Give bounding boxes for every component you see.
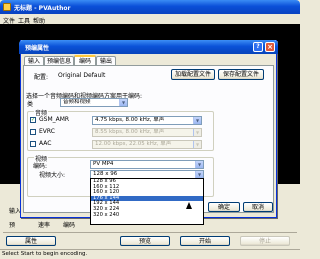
aac-checkbox[interactable] — [30, 141, 36, 147]
encoder-label: 编码: — [33, 163, 48, 170]
app-icon — [3, 3, 11, 11]
start-button[interactable]: 开始 — [180, 236, 230, 246]
evrc-bitrate-select: 8.55 kbps, 8.00 kHz, 单声 ▼ — [92, 128, 202, 137]
properties-button[interactable]: 属性 — [6, 236, 56, 246]
main-window-titlebar[interactable]: 无标题 - PVAuthor — [0, 0, 300, 14]
close-icon[interactable]: × — [265, 42, 275, 52]
dialog-titlebar[interactable]: 预编属性 ? × — [19, 40, 278, 54]
aac-label: AAC — [39, 140, 52, 147]
ok-button[interactable]: 确定 — [208, 202, 240, 212]
gsm-amr-bitrate-select[interactable]: 4.75 kbps, 8.00 kHz, 单声 ▼ — [92, 116, 202, 125]
gsm-amr-label: GSM_AMR — [39, 116, 70, 123]
chevron-down-icon: ▼ — [193, 117, 201, 124]
preview-button[interactable]: 预览 — [120, 236, 170, 246]
main-window-title: 无标题 - PVAuthor — [14, 5, 71, 12]
aac-bitrate-select: 12.00 kbps, 22.05 kHz, 单声 ▼ — [92, 140, 202, 149]
config-value: Original Default — [58, 72, 106, 79]
status-bar: Select Start to begin encoding. — [0, 249, 300, 259]
mouse-cursor-icon — [186, 202, 192, 209]
gsm-amr-checkbox[interactable]: ✓ — [30, 117, 36, 123]
load-config-button[interactable]: 加载配置文件 — [171, 69, 215, 80]
video-size-select-value: 128 x 96 — [93, 171, 118, 177]
config-label: 配置: — [34, 74, 49, 81]
chevron-down-icon: ▼ — [195, 161, 203, 168]
menubar: 文件 工具 帮助 — [0, 14, 300, 25]
type-select[interactable]: 音频和视频 ▼ — [60, 98, 128, 107]
cancel-button[interactable]: 取消 — [243, 202, 273, 212]
encoding-tab[interactable]: 编码 — [63, 220, 75, 229]
video-size-label: 视频大小: — [39, 172, 66, 179]
evrc-label: EVRC — [39, 128, 55, 135]
type-label: 类 — [27, 101, 34, 108]
chevron-down-icon: ▼ — [193, 129, 201, 136]
chevron-down-icon: ▼ — [195, 171, 203, 178]
evrc-bitrate-value: 8.55 kbps, 8.00 kHz, 单声 — [95, 129, 165, 135]
gsm-amr-bitrate-value: 4.75 kbps, 8.00 kHz, 单声 — [95, 117, 165, 123]
encoder-select-value: PV MP4 — [93, 161, 114, 167]
rate-tab[interactable]: 速率 — [38, 220, 50, 229]
list-item[interactable]: 320 x 240 — [91, 212, 203, 219]
save-config-button[interactable]: 保存配置文件 — [218, 69, 264, 80]
stop-button: 停止 — [240, 236, 290, 246]
type-select-value: 音频和视频 — [63, 99, 91, 105]
main-separator — [3, 232, 297, 233]
evrc-checkbox[interactable] — [30, 129, 36, 135]
dialog-title: 预编属性 — [25, 45, 50, 52]
chevron-down-icon: ▼ — [119, 99, 127, 106]
chevron-down-icon: ▼ — [193, 141, 201, 148]
aac-bitrate-value: 12.00 kbps, 22.05 kHz, 单声 — [95, 141, 172, 147]
preview-label: 预 — [9, 222, 16, 229]
help-icon[interactable]: ? — [253, 42, 263, 52]
encoder-select[interactable]: PV MP4 ▼ — [90, 160, 204, 169]
